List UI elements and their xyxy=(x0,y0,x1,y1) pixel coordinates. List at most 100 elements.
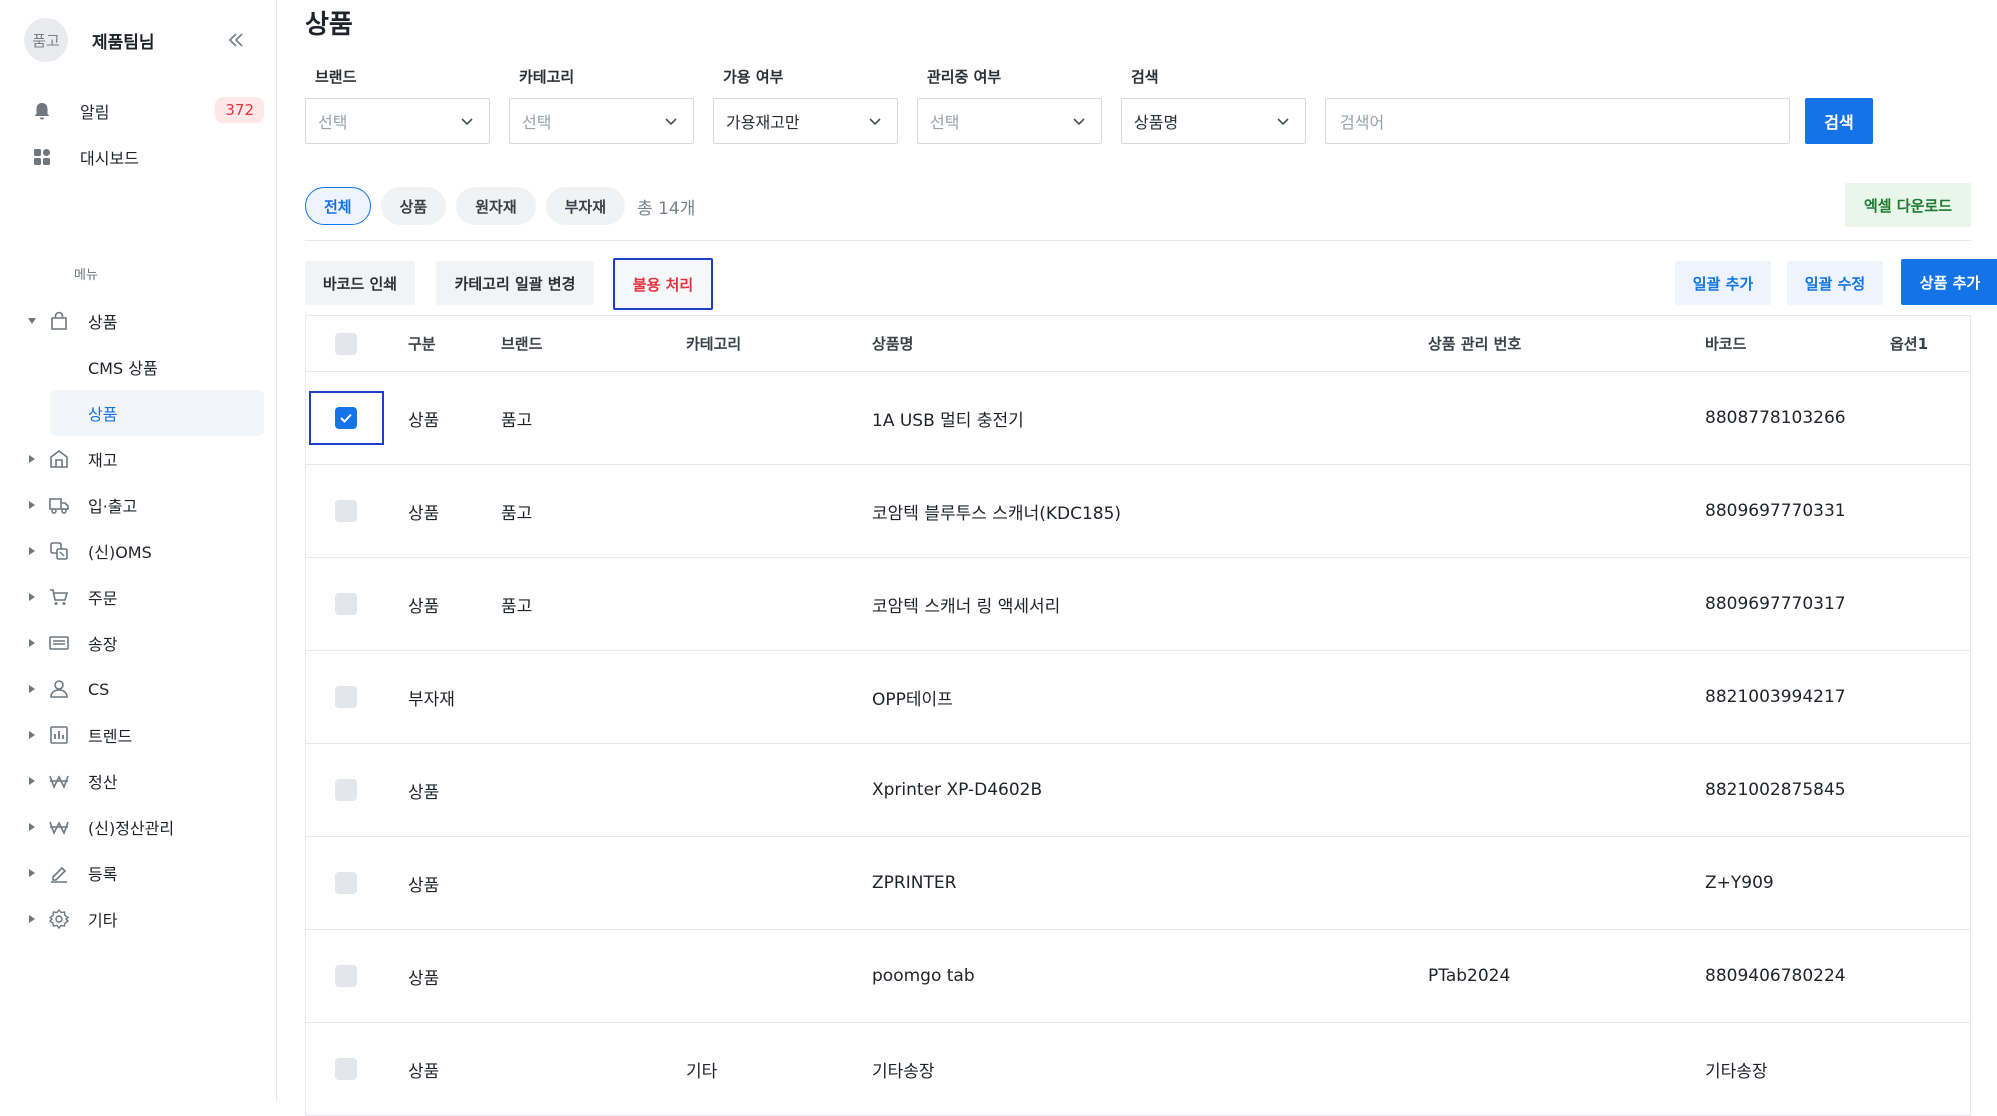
managed-select[interactable]: 선택 xyxy=(917,98,1102,144)
row-checkbox[interactable] xyxy=(335,779,357,801)
sidebar-item-cs[interactable]: CS xyxy=(24,666,264,712)
row-checkbox[interactable] xyxy=(335,593,357,615)
collapse-sidebar-button[interactable] xyxy=(222,26,250,54)
sidebar-item-inventory[interactable]: 재고 xyxy=(24,436,264,482)
cell-barcode: 8821002875845 xyxy=(1705,780,1846,800)
sidebar-item-label: CS xyxy=(88,679,110,699)
sidebar: 품고 제품팀님 알림 372 대시보드 메뉴 상품 CMS 상품 상품 재고 입… xyxy=(0,0,277,1101)
table-row[interactable]: 부자재 OPP테이프 8821003994217 xyxy=(306,651,1970,744)
double-chevron-left-icon xyxy=(228,33,243,47)
add-product-button[interactable]: 상품 추가 xyxy=(1901,259,1997,305)
row-checkbox[interactable] xyxy=(335,407,357,429)
cell-management-number: PTab2024 xyxy=(1428,966,1511,986)
sidebar-item-settlement[interactable]: 정산 xyxy=(24,758,264,804)
tab-sub-materials[interactable]: 부자재 xyxy=(545,187,626,225)
category-bulk-change-button[interactable]: 카테고리 일괄 변경 xyxy=(436,261,594,305)
sidebar-item-invoices[interactable]: 송장 xyxy=(24,620,264,666)
cell-product-name[interactable]: 기타송장 xyxy=(872,1023,935,1115)
chart-icon xyxy=(44,720,74,750)
chevron-down-icon xyxy=(1277,118,1289,126)
sidebar-item-label: 등록 xyxy=(88,865,118,884)
sidebar-item-new-oms[interactable]: (신)OMS xyxy=(24,528,264,574)
sidebar-item-label: 재고 xyxy=(88,451,118,470)
table-header: 구분 브랜드 카테고리 상품명 상품 관리 번호 바코드 옵션1 xyxy=(306,316,1970,372)
barcode-print-button[interactable]: 바코드 인쇄 xyxy=(305,261,415,305)
sidebar-item-orders[interactable]: 주문 xyxy=(24,574,264,620)
sidebar-item-label: 기타 xyxy=(88,911,118,930)
table-row[interactable]: 상품 기타 기타송장 기타송장 xyxy=(306,1023,1970,1116)
table-row[interactable]: 상품 poomgo tab PTab2024 8809406780224 xyxy=(306,930,1970,1023)
managed-filter-label: 관리중 여부 xyxy=(927,68,1002,86)
sidebar-item-label: (신)OMS xyxy=(88,543,152,562)
table-row[interactable]: 상품 Xprinter XP-D4602B 8821002875845 xyxy=(306,744,1970,837)
cell-type: 상품 xyxy=(408,596,440,617)
product-table: 구분 브랜드 카테고리 상품명 상품 관리 번호 바코드 옵션1 상품 품고 1… xyxy=(305,315,1971,1116)
sidebar-subitem-cms-products[interactable]: CMS 상품 xyxy=(24,344,264,390)
brand-filter: 브랜드 선택 xyxy=(305,66,490,144)
sidebar-item-inbound-outbound[interactable]: 입·출고 xyxy=(24,482,264,528)
nav-dashboard[interactable]: 대시보드 xyxy=(28,134,264,180)
cell-product-name[interactable]: ZPRINTER xyxy=(872,837,956,929)
search-type-select[interactable]: 상품명 xyxy=(1121,98,1306,144)
tab-products[interactable]: 상품 xyxy=(380,187,447,225)
sidebar-item-etc[interactable]: 기타 xyxy=(24,896,264,942)
cell-category: 기타 xyxy=(686,1061,718,1082)
disable-button[interactable]: 불용 처리 xyxy=(613,258,713,310)
sidebar-item-label: (신)정산관리 xyxy=(88,819,175,838)
brand-select[interactable]: 선택 xyxy=(305,98,490,144)
cell-barcode: 8808778103266 xyxy=(1705,408,1846,428)
sidebar-item-label: 정산 xyxy=(88,773,118,792)
filter-bar: 브랜드 선택 카테고리 선택 가용 여부 가용재고만 관리중 여부 선택 검색 … xyxy=(305,66,1997,146)
nav-notifications-label: 알림 xyxy=(80,103,110,122)
tab-all[interactable]: 전체 xyxy=(305,187,371,225)
sidebar-item-new-settlement[interactable]: (신)정산관리 xyxy=(24,804,264,850)
search-button[interactable]: 검색 xyxy=(1805,98,1873,144)
nav-notifications[interactable]: 알림 372 xyxy=(28,88,264,134)
caret-right-icon xyxy=(24,822,40,832)
caret-right-icon xyxy=(24,730,40,740)
sidebar-item-trends[interactable]: 트렌드 xyxy=(24,712,264,758)
cell-product-name[interactable]: Xprinter XP-D4602B xyxy=(872,744,1042,836)
search-input[interactable]: 검색어 xyxy=(1325,98,1790,144)
team-name: 제품팀님 xyxy=(92,32,155,53)
caret-right-icon xyxy=(24,868,40,878)
table-row[interactable]: 상품 품고 코암텍 블루투스 스캐너(KDC185) 8809697770331 xyxy=(306,465,1970,558)
table-row[interactable]: 상품 품고 1A USB 멀티 충전기 8808778103266 xyxy=(306,372,1970,465)
sidebar-item-products[interactable]: 상품 xyxy=(24,298,264,344)
row-checkbox[interactable] xyxy=(335,500,357,522)
sidebar-subitem-products[interactable]: 상품 xyxy=(50,390,264,436)
cell-product-name[interactable]: 1A USB 멀티 충전기 xyxy=(872,372,1024,464)
bulk-add-button[interactable]: 일괄 추가 xyxy=(1675,261,1771,305)
category-select[interactable]: 선택 xyxy=(509,98,694,144)
top-nav: 알림 372 대시보드 xyxy=(28,88,264,180)
sidebar-item-register[interactable]: 등록 xyxy=(24,850,264,896)
sync-icon xyxy=(44,536,74,566)
cell-product-name[interactable]: 코암텍 스캐너 링 액세서리 xyxy=(872,558,1060,650)
row-checkbox[interactable] xyxy=(335,965,357,987)
pen-icon xyxy=(44,858,74,888)
cell-product-name[interactable]: poomgo tab xyxy=(872,930,975,1022)
excel-download-button[interactable]: 엑셀 다운로드 xyxy=(1845,183,1971,227)
gear-icon xyxy=(44,904,74,934)
sidebar-item-label: 트렌드 xyxy=(88,727,133,746)
cell-product-name[interactable]: 코암텍 블루투스 스캐너(KDC185) xyxy=(872,465,1121,557)
select-all-checkbox[interactable] xyxy=(335,333,357,355)
cell-type: 상품 xyxy=(408,875,440,896)
cell-type: 상품 xyxy=(408,503,440,524)
invoice-icon xyxy=(44,628,74,658)
bulk-edit-button[interactable]: 일괄 수정 xyxy=(1787,261,1883,305)
table-row[interactable]: 상품 ZPRINTER Z+Y909 xyxy=(306,837,1970,930)
row-checkbox[interactable] xyxy=(335,1058,357,1080)
tab-raw-materials[interactable]: 원자재 xyxy=(456,187,536,225)
cell-barcode: 8809697770317 xyxy=(1705,594,1846,614)
warehouse-icon xyxy=(44,444,74,474)
cell-brand: 품고 xyxy=(501,596,533,617)
row-checkbox[interactable] xyxy=(335,686,357,708)
cell-type: 상품 xyxy=(408,782,440,803)
availability-select[interactable]: 가용재고만 xyxy=(713,98,898,144)
cell-product-name[interactable]: OPP테이프 xyxy=(872,651,953,743)
caret-right-icon xyxy=(24,638,40,648)
table-row[interactable]: 상품 품고 코암텍 스캐너 링 액세서리 8809697770317 xyxy=(306,558,1970,651)
chevron-down-icon xyxy=(869,118,881,126)
row-checkbox[interactable] xyxy=(335,872,357,894)
